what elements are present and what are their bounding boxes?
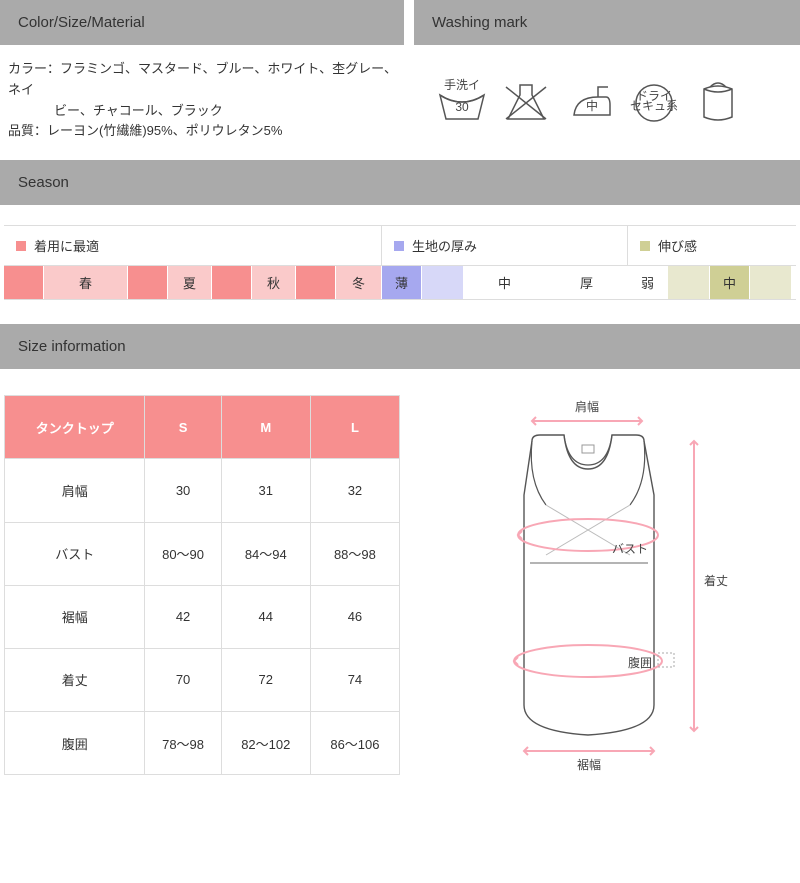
size-table: タンクトップ S M L 肩幅 30 31 32 バスト 80〜90 84〜94…: [4, 395, 400, 775]
svg-text:セキュ系: セキュ系: [630, 99, 678, 113]
chip-autumn: 秋: [252, 266, 296, 299]
color-size-material-text: カラー：フラミンゴ、マスタード、ブルー、ホワイト、杢グレー、ネイ ビー、チャコー…: [8, 59, 404, 142]
chip-summer: 夏: [168, 266, 212, 299]
chip-pink-spacer4: [296, 266, 336, 299]
color-line: カラー：フラミンゴ、マスタード、ブルー、ホワイト、杢グレー、ネイ: [8, 59, 404, 101]
tanktop-svg: 肩幅 バスト 腹囲: [432, 395, 772, 775]
wash-dryclean-icon: ドライ セキュ系: [626, 75, 682, 127]
chip-winter: 冬: [336, 266, 382, 299]
cell: 46: [310, 585, 399, 648]
row-label: 裾幅: [5, 585, 145, 648]
chip-olive-spacer1: [668, 266, 710, 299]
size-col-m: M: [221, 396, 310, 459]
cell: 84〜94: [221, 522, 310, 585]
svg-text:肩幅: 肩幅: [575, 399, 599, 414]
legend-stretch-label: 伸び感: [658, 236, 697, 255]
svg-text:手洗イ: 手洗イ: [444, 78, 480, 92]
svg-text:バスト: バスト: [612, 542, 648, 556]
chip-pink-spacer1: [4, 266, 44, 299]
table-row: 着丈 70 72 74: [5, 648, 400, 711]
chip-thick: 厚: [546, 266, 628, 299]
cell: 86〜106: [310, 711, 399, 774]
header-sizeinfo: Size information: [0, 324, 800, 369]
svg-text:30: 30: [455, 100, 469, 114]
chip-spring: 春: [44, 266, 128, 299]
table-row: 肩幅 30 31 32: [5, 459, 400, 522]
season-block: 着用に最適 生地の厚み 伸び感 春 夏 秋 冬 薄 中 厚: [0, 205, 800, 324]
cell: 70: [145, 648, 221, 711]
wash-iron-icon: 中: [562, 75, 618, 127]
chip-thin: 薄: [382, 266, 422, 299]
top-header-row: Color/Size/Material Washing mark: [0, 0, 800, 45]
svg-text:着丈: 着丈: [704, 573, 728, 588]
season-chips: 春 夏 秋 冬: [4, 266, 382, 299]
size-corner: タンクトップ: [5, 396, 145, 459]
table-header-row: タンクトップ S M L: [5, 396, 400, 459]
header-washing: Washing mark: [414, 0, 800, 45]
chip-weak: 弱: [628, 266, 668, 299]
cell: 30: [145, 459, 221, 522]
svg-text:裾幅: 裾幅: [577, 757, 601, 772]
cell: 78〜98: [145, 711, 221, 774]
chip-pink-spacer3: [212, 266, 252, 299]
cell: 31: [221, 459, 310, 522]
row-label: バスト: [5, 522, 145, 585]
cell: 82〜102: [221, 711, 310, 774]
legend-olive-square: [640, 241, 650, 251]
legend-row: 着用に最適 生地の厚み 伸び感: [4, 225, 796, 266]
legend-stretch: 伸び感: [628, 226, 796, 265]
cell: 42: [145, 585, 221, 648]
stretch-chips: 弱 中 強: [628, 266, 800, 299]
row-label: 肩幅: [5, 459, 145, 522]
material-line: 品質：レーヨン(竹繊維)95%、ポリウレタン5%: [8, 121, 404, 142]
table-row: 裾幅 42 44 46: [5, 585, 400, 648]
size-block: タンクトップ S M L 肩幅 30 31 32 バスト 80〜90 84〜94…: [0, 369, 800, 795]
cell: 88〜98: [310, 522, 399, 585]
row-label: 着丈: [5, 648, 145, 711]
table-row: 腹囲 78〜98 82〜102 86〜106: [5, 711, 400, 774]
svg-text:中: 中: [586, 98, 598, 113]
cell: 32: [310, 459, 399, 522]
wash-nobleach-icon: [498, 75, 554, 127]
chip-pink-spacer2: [128, 266, 168, 299]
cell: 74: [310, 648, 399, 711]
legend-best-label: 着用に最適: [34, 236, 99, 255]
csm-and-wash-row: カラー：フラミンゴ、マスタード、ブルー、ホワイト、杢グレー、ネイ ビー、チャコー…: [0, 45, 800, 160]
chip-blue-spacer: [422, 266, 464, 299]
wash-icon-row: 手洗イ 30 中 ドライ セキュ系: [404, 59, 746, 142]
cell: 72: [221, 648, 310, 711]
size-diagram: 肩幅 バスト 腹囲: [408, 395, 796, 775]
row-label: 腹囲: [5, 711, 145, 774]
wash-wring-icon: [690, 75, 746, 127]
wash-handwash-icon: 手洗イ 30: [434, 75, 490, 127]
legend-thick: 生地の厚み: [382, 226, 628, 265]
svg-text:腹囲: 腹囲: [628, 656, 652, 670]
legend-thick-label: 生地の厚み: [412, 236, 477, 255]
table-row: バスト 80〜90 84〜94 88〜98: [5, 522, 400, 585]
chip-row: 春 夏 秋 冬 薄 中 厚 弱 中 強: [4, 266, 796, 300]
size-col-s: S: [145, 396, 221, 459]
chip-stretch-mid: 中: [710, 266, 750, 299]
chip-olive-spacer2: [750, 266, 792, 299]
thick-chips: 薄 中 厚: [382, 266, 628, 299]
cell: 44: [221, 585, 310, 648]
legend-best: 着用に最適: [4, 226, 382, 265]
header-season: Season: [0, 160, 800, 205]
legend-pink-square: [16, 241, 26, 251]
header-color-size: Color/Size/Material: [0, 0, 404, 45]
chip-strong: 強: [792, 266, 800, 299]
cell: 80〜90: [145, 522, 221, 585]
color-line-b: ビー、チャコール、ブラック: [8, 101, 404, 122]
legend-blue-square: [394, 241, 404, 251]
chip-thick-mid: 中: [464, 266, 546, 299]
size-col-l: L: [310, 396, 399, 459]
